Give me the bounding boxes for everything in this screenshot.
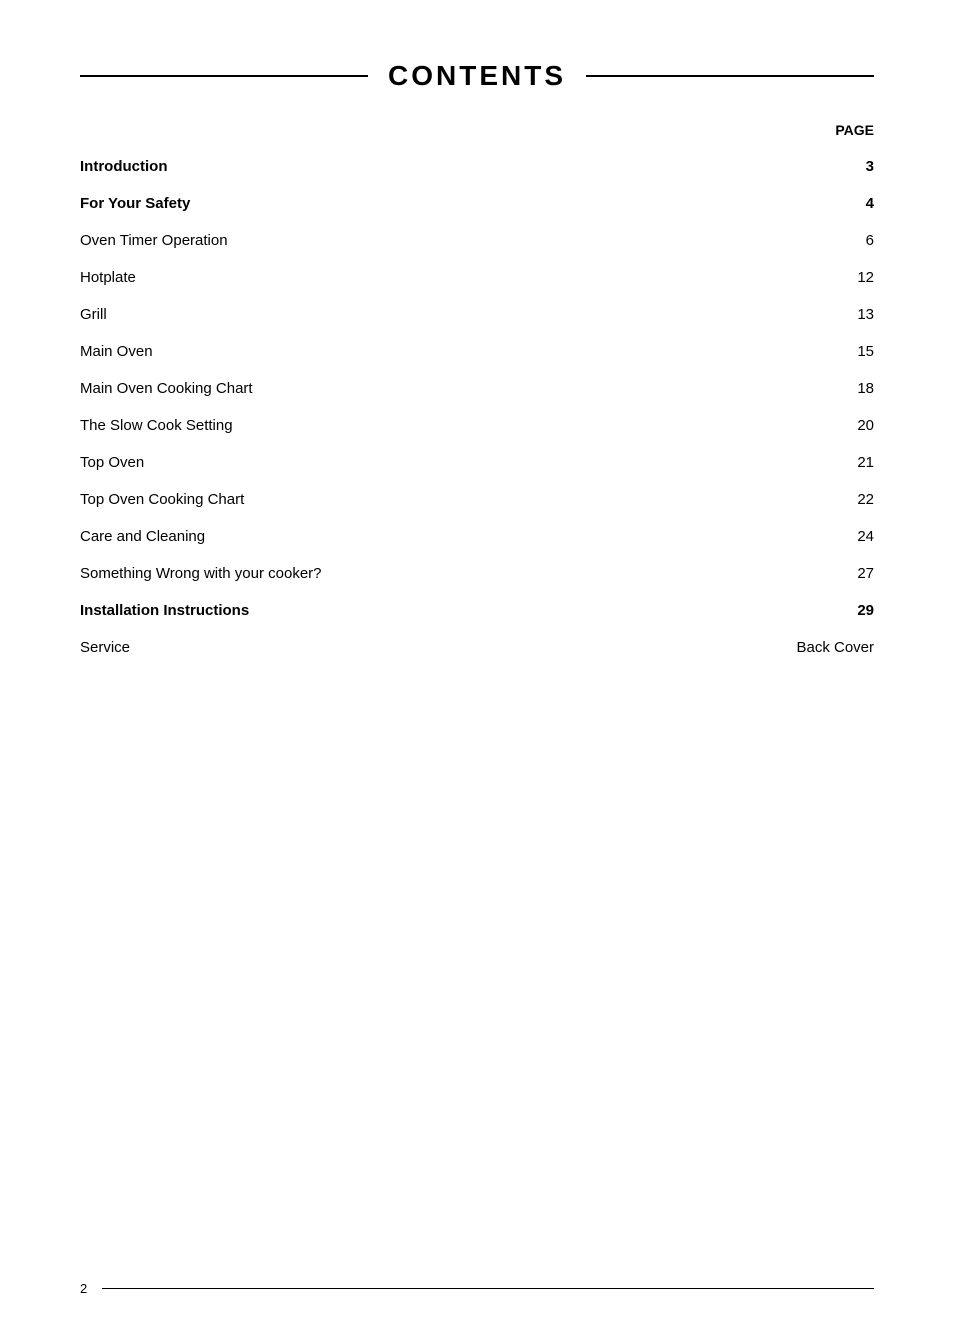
toc-page-hotplate: 12	[681, 259, 874, 296]
toc-page-installation-instructions: 29	[681, 592, 874, 629]
toc-row-oven-timer-operation[interactable]: Oven Timer Operation6	[80, 222, 874, 259]
toc-label-installation-instructions: Installation Instructions	[80, 592, 681, 629]
toc-label-top-oven: Top Oven	[80, 444, 681, 481]
toc-page-service: Back Cover	[681, 629, 874, 666]
toc-page-top-oven-cooking-chart: 22	[681, 481, 874, 518]
toc-row-something-wrong[interactable]: Something Wrong with your cooker?27	[80, 555, 874, 592]
toc-page-something-wrong: 27	[681, 555, 874, 592]
toc-row-hotplate[interactable]: Hotplate12	[80, 259, 874, 296]
toc-row-top-oven-cooking-chart[interactable]: Top Oven Cooking Chart22	[80, 481, 874, 518]
contents-header: CONTENTS	[80, 60, 874, 92]
toc-row-main-oven-cooking-chart[interactable]: Main Oven Cooking Chart18	[80, 370, 874, 407]
toc-row-introduction[interactable]: Introduction3	[80, 148, 874, 185]
toc-row-main-oven[interactable]: Main Oven15	[80, 333, 874, 370]
toc-page-introduction: 3	[681, 148, 874, 185]
toc-row-slow-cook-setting[interactable]: The Slow Cook Setting20	[80, 407, 874, 444]
toc-label-grill: Grill	[80, 296, 681, 333]
toc-page-grill: 13	[681, 296, 874, 333]
toc-label-introduction: Introduction	[80, 148, 681, 185]
toc-row-grill[interactable]: Grill13	[80, 296, 874, 333]
toc-page-main-oven-cooking-chart: 18	[681, 370, 874, 407]
toc-row-installation-instructions[interactable]: Installation Instructions29	[80, 592, 874, 629]
footer-line	[102, 1288, 874, 1290]
toc-label-top-oven-cooking-chart: Top Oven Cooking Chart	[80, 481, 681, 518]
footer-page-number: 2	[80, 1281, 87, 1296]
header-line-right	[586, 75, 874, 77]
toc-label-something-wrong: Something Wrong with your cooker?	[80, 555, 681, 592]
header-line-left	[80, 75, 368, 77]
toc-page-for-your-safety: 4	[681, 185, 874, 222]
toc-label-slow-cook-setting: The Slow Cook Setting	[80, 407, 681, 444]
toc-row-service[interactable]: ServiceBack Cover	[80, 629, 874, 666]
toc-label-main-oven-cooking-chart: Main Oven Cooking Chart	[80, 370, 681, 407]
toc-label-oven-timer-operation: Oven Timer Operation	[80, 222, 681, 259]
toc-label-hotplate: Hotplate	[80, 259, 681, 296]
toc-label-main-oven: Main Oven	[80, 333, 681, 370]
toc-label-care-and-cleaning: Care and Cleaning	[80, 518, 681, 555]
toc-row-top-oven[interactable]: Top Oven21	[80, 444, 874, 481]
page-column-header: PAGE	[80, 122, 874, 138]
toc-page-oven-timer-operation: 6	[681, 222, 874, 259]
toc-page-care-and-cleaning: 24	[681, 518, 874, 555]
toc-label-for-your-safety: For Your Safety	[80, 185, 681, 222]
toc-page-top-oven: 21	[681, 444, 874, 481]
toc-table: Introduction3For Your Safety4Oven Timer …	[80, 148, 874, 666]
toc-row-for-your-safety[interactable]: For Your Safety4	[80, 185, 874, 222]
toc-label-service: Service	[80, 629, 681, 666]
toc-page-main-oven: 15	[681, 333, 874, 370]
toc-page-slow-cook-setting: 20	[681, 407, 874, 444]
page-title: CONTENTS	[388, 60, 566, 92]
footer: 2	[80, 1281, 874, 1296]
toc-row-care-and-cleaning[interactable]: Care and Cleaning24	[80, 518, 874, 555]
page: CONTENTS PAGE Introduction3For Your Safe…	[0, 0, 954, 1336]
